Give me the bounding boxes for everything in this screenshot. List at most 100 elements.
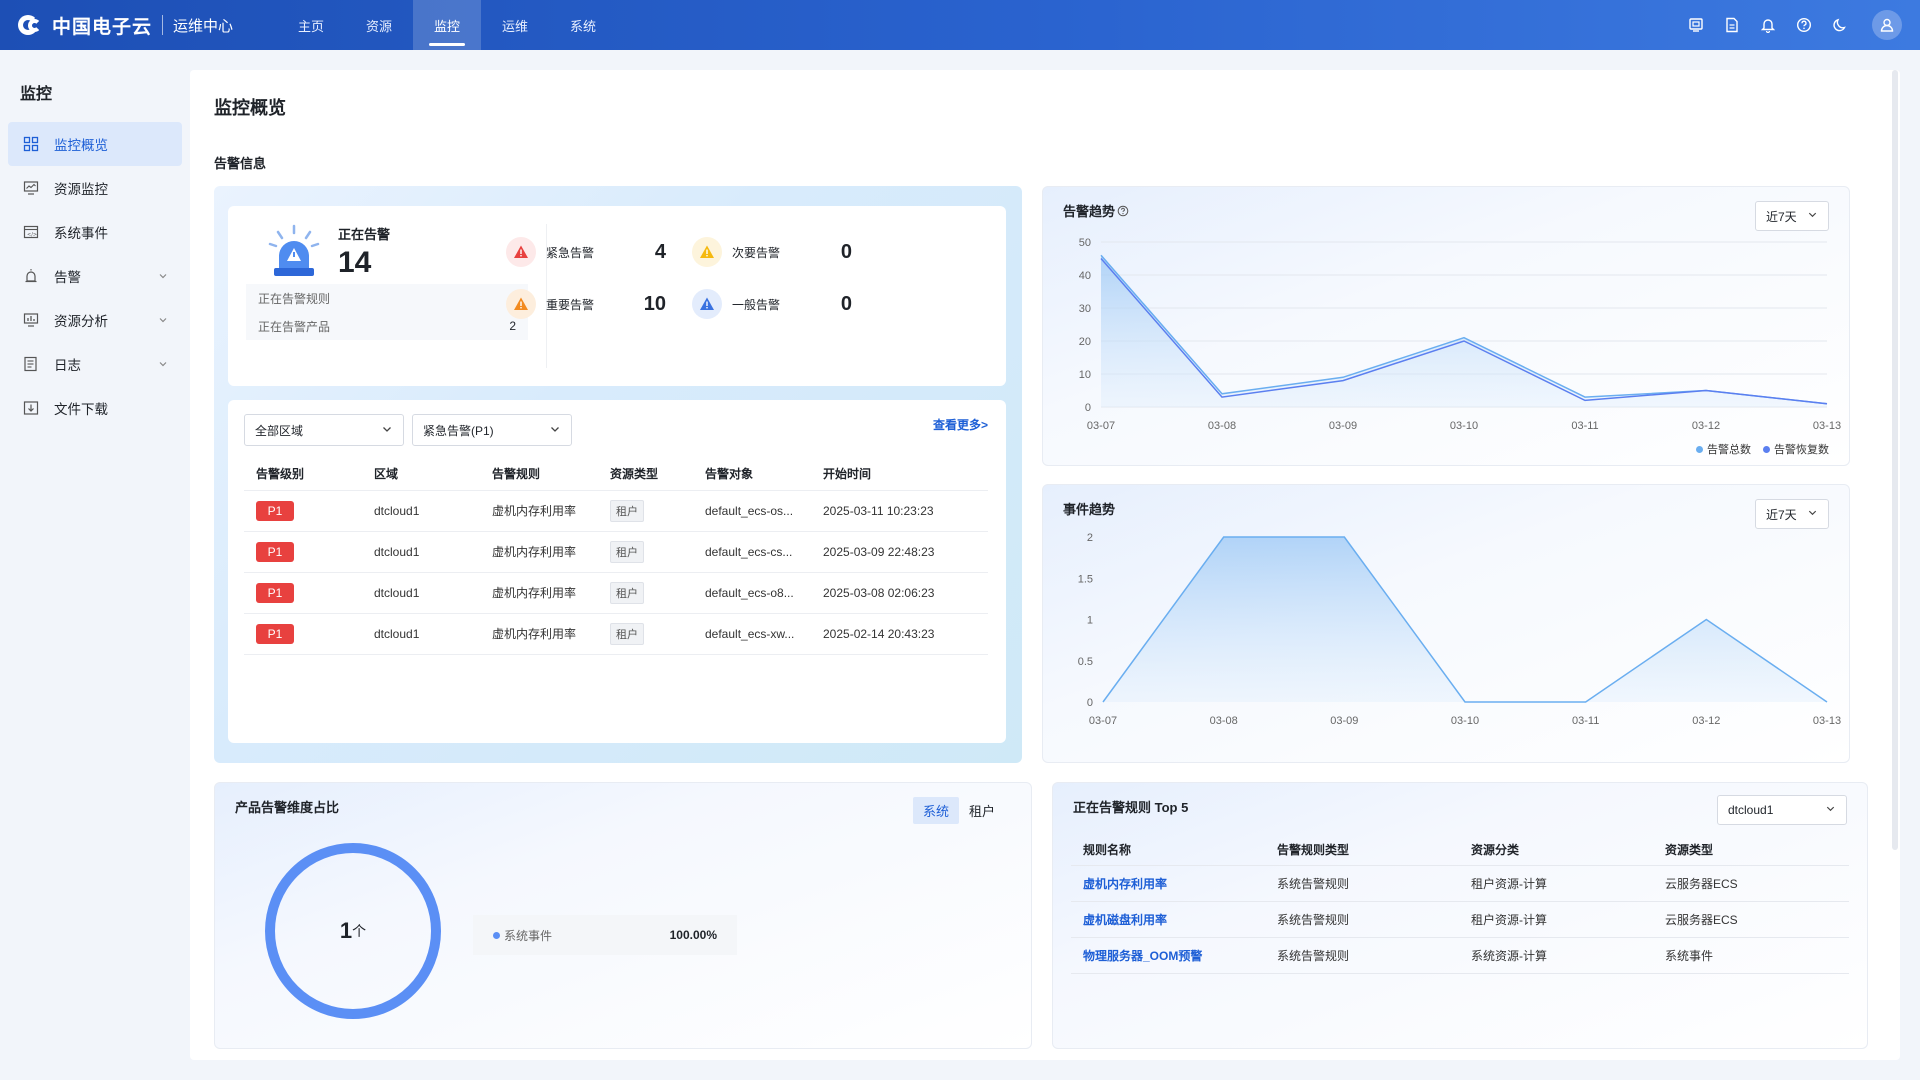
x-tick-label: 03-10 xyxy=(1450,420,1478,432)
y-tick-label: 2 xyxy=(1087,532,1093,544)
sidebar-item-label: 监控概览 xyxy=(54,138,108,153)
resource-type-tag: 租户 xyxy=(610,581,644,604)
series-area xyxy=(1103,537,1827,702)
table-row[interactable]: P1 dtcloud1 虚机内存利用率 租户 default_ecs-xw...… xyxy=(244,613,988,655)
severity-label: 次要告警 xyxy=(732,245,781,260)
cell-rule-type: 系统告警规则 xyxy=(1265,901,1459,938)
x-tick-label: 03-13 xyxy=(1813,715,1841,727)
column-header[interactable]: 区域 xyxy=(362,458,480,491)
y-tick-label: 40 xyxy=(1079,270,1091,282)
document-icon[interactable] xyxy=(1714,0,1750,50)
rule-name-link[interactable]: 物理服务器_OOM预警 xyxy=(1071,937,1265,974)
cell-target: default_ecs-xw... xyxy=(693,613,811,655)
brand-logo[interactable]: 中国电子云 运维中心 xyxy=(0,0,233,50)
user-avatar[interactable] xyxy=(1872,10,1902,40)
nav-ops[interactable]: 运维 xyxy=(481,0,549,50)
analysis-icon xyxy=(22,311,40,329)
monitor-icon xyxy=(22,179,40,197)
sidebar-item-system-events[interactable]: </> 系统事件 xyxy=(8,210,182,254)
event-icon: </> xyxy=(22,223,40,241)
severity-critical[interactable]: 紧急告警 4 xyxy=(506,232,666,272)
sidebar-item-label: 文件下载 xyxy=(54,402,108,417)
y-tick-label: 0 xyxy=(1085,402,1091,414)
nav-home[interactable]: 主页 xyxy=(277,0,345,50)
legend-item-total[interactable]: 告警总数 xyxy=(1696,441,1751,457)
nav-monitor[interactable]: 监控 xyxy=(413,0,482,50)
column-header[interactable]: 告警规则 xyxy=(480,458,598,491)
table-row[interactable]: P1 dtcloud1 虚机内存利用率 租户 default_ecs-o8...… xyxy=(244,572,988,614)
active-products-row[interactable]: 正在告警产品 2 xyxy=(246,312,528,340)
column-header[interactable]: 开始时间 xyxy=(811,458,988,491)
product-alarm-ratio-panel: 产品告警维度占比 系统 租户 1个 系统事件 100.00% xyxy=(214,782,1032,1049)
tab-tenant[interactable]: 租户 xyxy=(959,797,1005,824)
level-filter-select[interactable]: 紧急告警(P1) xyxy=(412,414,572,446)
log-icon xyxy=(22,355,40,373)
top-navbar: 中国电子云 运维中心 主页 资源 监控 运维 系统 xyxy=(0,0,1920,50)
dashboard-icon xyxy=(22,135,40,153)
tab-system[interactable]: 系统 xyxy=(912,797,959,824)
table-row[interactable]: P1 dtcloud1 虚机内存利用率 租户 default_ecs-cs...… xyxy=(244,531,988,573)
cell-rule-type: 系统告警规则 xyxy=(1265,865,1459,902)
severity-major[interactable]: 重要告警 10 xyxy=(506,284,666,324)
screen-icon[interactable] xyxy=(1678,0,1714,50)
table-row[interactable]: P1 dtcloud1 虚机内存利用率 租户 default_ecs-os...… xyxy=(244,490,988,532)
sidebar-item-resource-analysis[interactable]: 资源分析 xyxy=(8,298,182,342)
y-tick-label: 50 xyxy=(1079,237,1091,249)
sidebar-item-label: 资源监控 xyxy=(54,182,108,197)
severity-label: 一般告警 xyxy=(732,297,781,312)
bell-icon[interactable] xyxy=(1750,0,1786,50)
view-more-link[interactable]: 查看更多> xyxy=(933,416,988,433)
active-alarm-summary: 正在告警 14 正在告警规则 3 正在告警产品 2 xyxy=(228,206,548,386)
table-header-row: 告警级别 区域 告警规则 资源类型 告警对象 开始时间 xyxy=(244,458,988,491)
level-filter-value: 紧急告警(P1) xyxy=(423,423,494,438)
svg-text:</>: </> xyxy=(27,232,37,238)
x-tick-label: 03-10 xyxy=(1451,715,1479,727)
sidebar-item-alarm[interactable]: 告警 xyxy=(8,254,182,298)
ratio-legend-row[interactable]: 系统事件 100.00% xyxy=(473,915,737,955)
table-header-row: 规则名称 告警规则类型 资源分类 资源类型 xyxy=(1071,835,1849,866)
severity-minor[interactable]: 次要告警 0 xyxy=(692,232,852,272)
moon-icon[interactable] xyxy=(1822,0,1858,50)
sidebar-item-overview[interactable]: 监控概览 xyxy=(8,122,182,166)
severity-general[interactable]: 一般告警 0 xyxy=(692,284,852,324)
nav-system[interactable]: 系统 xyxy=(549,0,617,50)
alarm-trend-panel: 告警趋势 近7天 0 10 20 30 40 50 03-07 03-08 03-09 03-10… xyxy=(1042,186,1850,466)
column-header[interactable]: 告警对象 xyxy=(693,458,811,491)
column-header[interactable]: 资源类型 xyxy=(598,458,693,491)
download-icon xyxy=(22,399,40,417)
table-row: 物理服务器_OOM预警 系统告警规则 系统资源-计算 系统事件 xyxy=(1071,937,1849,974)
alarm-table: 告警级别 区域 告警规则 资源类型 告警对象 开始时间 P1 dtcloud1 … xyxy=(244,458,988,655)
sidebar-item-file-download[interactable]: 文件下载 xyxy=(8,386,182,430)
vertical-scrollbar[interactable] xyxy=(1892,70,1898,850)
top5-region-select[interactable]: dtcloud1 xyxy=(1717,795,1847,825)
ratio-tabs: 系统 租户 xyxy=(912,797,1005,824)
x-tick-label: 03-12 xyxy=(1692,420,1720,432)
event-trend-panel: 事件趋势 近7天 0 0.5 1 1.5 2 03-07 03-08 03-09 03-10 03… xyxy=(1042,484,1850,763)
y-tick-label: 0.5 xyxy=(1078,656,1093,668)
cell-rule-type: 系统告警规则 xyxy=(1265,937,1459,974)
event-trend-chart: 0 0.5 1 1.5 2 03-07 03-08 03-09 03-10 03-11 03-12 0… xyxy=(1078,532,1841,727)
column-header[interactable]: 告警级别 xyxy=(244,458,362,491)
cell-rule: 虚机内存利用率 xyxy=(480,572,598,614)
rule-name-link[interactable]: 虚机磁盘利用率 xyxy=(1071,901,1265,938)
nav-resources[interactable]: 资源 xyxy=(345,0,413,50)
sidebar-item-log[interactable]: 日志 xyxy=(8,342,182,386)
section-title-alarm-info: 告警信息 xyxy=(214,156,267,171)
alarm-trend-legend: 告警总数 告警恢复数 xyxy=(1684,441,1829,457)
sidebar-item-label: 资源分析 xyxy=(54,314,108,329)
sidebar-item-label: 日志 xyxy=(54,358,81,373)
help-icon[interactable] xyxy=(1786,0,1822,50)
warning-triangle-icon xyxy=(506,237,536,267)
x-tick-label: 03-13 xyxy=(1813,420,1841,432)
rule-name-link[interactable]: 虚机内存利用率 xyxy=(1071,865,1265,902)
region-filter-select[interactable]: 全部区域 xyxy=(244,414,404,446)
legend-item-recovered[interactable]: 告警恢复数 xyxy=(1763,441,1829,457)
cell-target: default_ecs-os... xyxy=(693,490,811,532)
column-header: 资源类型 xyxy=(1653,835,1849,866)
active-rules-row[interactable]: 正在告警规则 3 xyxy=(246,284,528,312)
ratio-donut-chart: 1个 xyxy=(265,843,441,1019)
sidebar-item-resource-monitor[interactable]: 资源监控 xyxy=(8,166,182,210)
header-actions xyxy=(1678,0,1920,50)
severity-count: 4 xyxy=(654,240,666,263)
cell-region: dtcloud1 xyxy=(362,490,480,532)
